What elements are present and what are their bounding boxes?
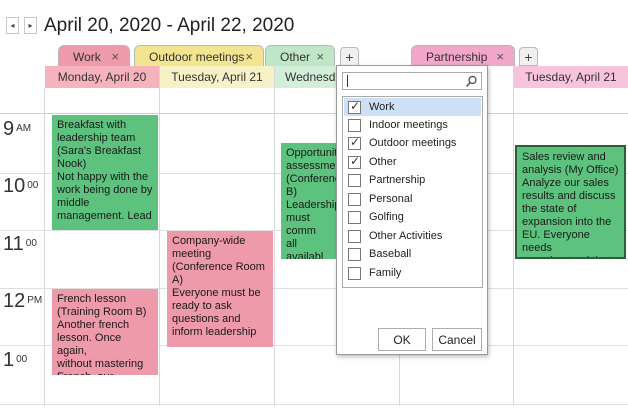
close-icon[interactable]: ×	[245, 49, 253, 64]
add-tab-button[interactable]: +	[340, 47, 359, 66]
checkbox[interactable]	[348, 229, 361, 243]
allday-cell[interactable]	[45, 88, 160, 114]
checkbox[interactable]	[348, 118, 361, 132]
cancel-button[interactable]: Cancel	[432, 328, 482, 351]
tab-label: Work	[73, 49, 101, 64]
checkbox[interactable]	[348, 247, 361, 261]
filter-item-baseball[interactable]: Baseball	[344, 245, 481, 263]
search-icon	[465, 75, 477, 87]
tab-label: Other	[280, 49, 311, 64]
checkbox[interactable]: ✓	[348, 134, 361, 150]
date-range-title: April 20, 2020 - April 22, 2020	[44, 15, 295, 36]
filter-item-other-activities[interactable]: Other Activities	[344, 227, 481, 245]
allday-cell[interactable]	[160, 88, 275, 114]
close-icon[interactable]: ×	[496, 49, 504, 64]
tab-other[interactable]: Other ×	[265, 45, 335, 67]
filter-item-outdoor-meetings[interactable]: ✓ Outdoor meetings	[344, 134, 481, 152]
add-tab-button[interactable]: +	[519, 47, 538, 66]
next-button[interactable]: ▸	[24, 17, 37, 34]
checkbox[interactable]: ✓	[348, 98, 361, 114]
filter-item-other[interactable]: ✓ Other	[344, 153, 481, 171]
hour-label: 11 00	[3, 233, 37, 255]
resource-filter-popup: ✓ Work Indoor meetings ✓ Outdoor meetings …	[336, 65, 488, 355]
tab-outdoor-meetings[interactable]: Outdoor meetings ×	[134, 45, 264, 67]
check-icon: ✓	[350, 98, 361, 113]
close-icon[interactable]: ×	[316, 49, 324, 64]
appointment-opportunity[interactable]: Opportunit assessmen (Conferenc B) Leade…	[281, 143, 341, 259]
day-header-monday: Monday, April 20	[45, 66, 160, 88]
hour-divider	[0, 404, 628, 405]
plus-icon: +	[524, 48, 533, 65]
appointment-company-meeting[interactable]: Company-wide meeting (Conference Room A)…	[167, 231, 273, 347]
check-icon: ✓	[350, 153, 361, 168]
hour-label: 1 00	[3, 349, 28, 371]
filter-item-golfing[interactable]: Golfing	[344, 208, 481, 226]
checkbox[interactable]	[348, 173, 361, 187]
appointment-french-lesson[interactable]: French lesson (Training Room B) Another …	[52, 289, 158, 375]
checkbox[interactable]	[348, 210, 361, 224]
filter-search-input[interactable]	[342, 72, 482, 90]
checkbox[interactable]	[348, 266, 361, 280]
appointment-breakfast[interactable]: Breakfast with leadership team (Sara's B…	[52, 115, 158, 230]
hour-label: 10 00	[3, 175, 39, 197]
filter-item-family[interactable]: Family	[344, 264, 481, 282]
checkbox[interactable]	[348, 192, 361, 206]
day-header-tuesday: Tuesday, April 21	[160, 66, 275, 88]
filter-item-work[interactable]: ✓ Work	[344, 98, 481, 116]
plus-icon: +	[345, 48, 354, 65]
tab-partnership[interactable]: Partnership ×	[411, 45, 515, 67]
check-icon: ✓	[350, 134, 361, 149]
tab-work[interactable]: Work ×	[58, 45, 130, 67]
close-icon[interactable]: ×	[111, 49, 119, 64]
prev-button[interactable]: ◂	[6, 17, 19, 34]
appointment-sales-review[interactable]: Sales review and analysis (My Office) An…	[515, 145, 626, 259]
ok-button[interactable]: OK	[378, 328, 426, 351]
chevron-left-icon: ◂	[10, 21, 15, 30]
tab-label: Outdoor meetings	[149, 49, 245, 64]
tab-label: Partnership	[426, 49, 488, 64]
checkbox[interactable]: ✓	[348, 153, 361, 169]
filter-list: ✓ Work Indoor meetings ✓ Outdoor meetings …	[342, 96, 483, 288]
text-caret	[347, 75, 348, 87]
filter-item-personal[interactable]: Personal	[344, 190, 481, 208]
allday-cell[interactable]	[514, 88, 628, 114]
filter-item-partnership[interactable]: Partnership	[344, 171, 481, 189]
chevron-right-icon: ▸	[28, 21, 33, 30]
allday-gutter	[0, 88, 45, 114]
day-header-partnership-tuesday: Tuesday, April 21	[514, 66, 628, 88]
filter-item-indoor-meetings[interactable]: Indoor meetings	[344, 116, 481, 134]
hour-label: 9 AM	[3, 118, 32, 140]
hour-label: 12 PM	[3, 290, 43, 312]
